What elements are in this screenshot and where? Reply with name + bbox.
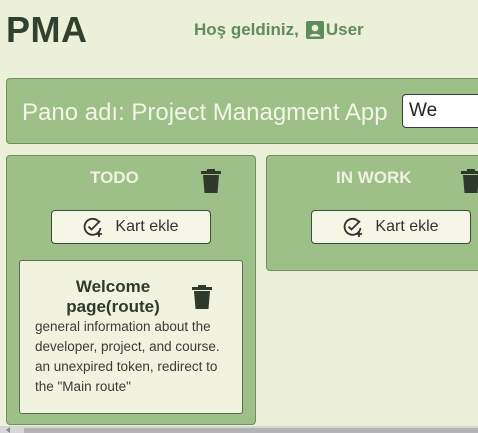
column-in-work: IN WORK Kart ekle (266, 155, 478, 271)
horizontal-scrollbar[interactable] (0, 426, 478, 433)
scrollbar-thumb[interactable] (24, 428, 478, 433)
add-task-icon (84, 217, 103, 237)
card-description: general information about the developer,… (35, 319, 220, 394)
welcome-text: Hoş geldiniz, (194, 20, 299, 39)
task-card[interactable]: Welcome page(route) general information … (19, 260, 243, 414)
trash-icon[interactable] (461, 169, 478, 193)
trash-icon[interactable] (192, 285, 212, 309)
column-title[interactable]: IN WORK (336, 168, 412, 188)
add-card-button[interactable]: Kart ekle (51, 210, 211, 244)
add-card-label: Kart ekle (115, 218, 179, 235)
user-name[interactable]: User (326, 20, 364, 40)
add-card-label: Kart ekle (375, 218, 439, 235)
add-card-button[interactable]: Kart ekle (311, 210, 471, 244)
column-todo: TODO Kart ekle Welcome page(route) gener… (6, 155, 256, 425)
card-title: Welcome page(route) (66, 277, 160, 316)
board-title[interactable]: Pano adı: Project Managment App (22, 99, 388, 127)
column-title[interactable]: TODO (90, 168, 139, 188)
add-task-icon (344, 217, 363, 237)
account-box-icon (305, 21, 324, 39)
welcome-message: Hoş geldiniz, User (194, 20, 364, 40)
trash-icon[interactable] (201, 169, 221, 193)
scroll-left-icon[interactable] (6, 427, 10, 433)
board-header: Pano adı: Project Managment App (6, 78, 478, 144)
board-search-input[interactable] (402, 94, 478, 128)
app-logo[interactable]: PMA (6, 9, 88, 51)
